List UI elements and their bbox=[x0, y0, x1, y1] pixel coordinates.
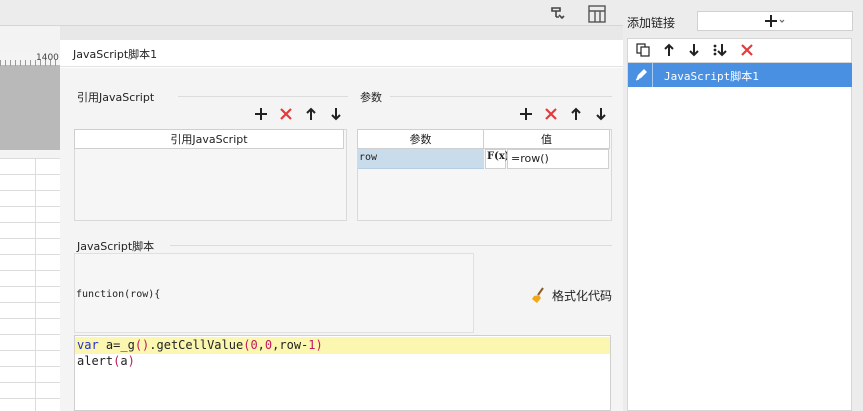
format-code-label: 格式化代码 bbox=[552, 289, 613, 303]
format-code-button[interactable]: 格式化代码 bbox=[530, 285, 620, 305]
move-up-icon[interactable] bbox=[661, 42, 677, 58]
top-toolbar bbox=[0, 0, 623, 26]
link-list[interactable] bbox=[627, 62, 852, 411]
add-link-label: 添加链接 bbox=[627, 16, 676, 30]
add-icon[interactable] bbox=[518, 106, 534, 122]
add-link-plus-icon bbox=[764, 13, 786, 29]
delete-icon[interactable] bbox=[739, 42, 755, 58]
edit-icon[interactable] bbox=[633, 67, 649, 83]
param-row-name: row bbox=[359, 152, 378, 163]
params-col-name: 参数 bbox=[357, 129, 484, 149]
code-line-1: var a=_g().getCellValue(0,0,row-1) bbox=[77, 338, 323, 352]
copy-icon[interactable] bbox=[635, 42, 651, 58]
add-icon[interactable] bbox=[253, 106, 269, 122]
format-painter-icon[interactable] bbox=[550, 5, 566, 21]
ruler-label: 1400 bbox=[36, 53, 59, 63]
grid-layout-icon[interactable] bbox=[586, 3, 608, 25]
move-bottom-icon[interactable] bbox=[712, 42, 728, 58]
dialog-title: JavaScript脚本1 bbox=[73, 48, 158, 61]
move-up-icon[interactable] bbox=[303, 106, 319, 122]
params-col-value: 值 bbox=[483, 129, 610, 149]
function-signature: function(row){ bbox=[76, 289, 161, 300]
ref-section-divider bbox=[178, 96, 348, 97]
script-section-label: JavaScript脚本 bbox=[77, 240, 155, 253]
move-down-icon[interactable] bbox=[593, 106, 609, 122]
formula-icon[interactable]: F(x) bbox=[485, 149, 510, 169]
add-link-dropdown[interactable] bbox=[697, 11, 853, 31]
ref-js-column-header: 引用JavaScript bbox=[74, 129, 344, 149]
sheet-grid[interactable] bbox=[0, 158, 60, 411]
delete-icon[interactable] bbox=[543, 106, 559, 122]
delete-icon[interactable] bbox=[278, 106, 294, 122]
params-section-label: 参数 bbox=[360, 91, 382, 104]
sheet-gray-area bbox=[0, 66, 60, 150]
code-line-2: alert(a) bbox=[77, 354, 135, 368]
broom-icon bbox=[530, 286, 548, 304]
move-down-icon[interactable] bbox=[686, 42, 702, 58]
move-up-icon[interactable] bbox=[568, 106, 584, 122]
ref-js-section-label: 引用JavaScript bbox=[77, 91, 155, 104]
params-section-divider bbox=[390, 96, 612, 97]
script-section-divider bbox=[170, 245, 612, 246]
link-list-item-selected[interactable]: JavaScript脚本1 bbox=[628, 63, 852, 87]
link-item-label: JavaScript脚本1 bbox=[664, 70, 759, 83]
move-down-icon[interactable] bbox=[328, 106, 344, 122]
list-item-divider bbox=[652, 63, 653, 87]
param-row-name-cell[interactable]: row bbox=[358, 149, 484, 169]
param-value-input[interactable]: =row() bbox=[507, 149, 609, 169]
